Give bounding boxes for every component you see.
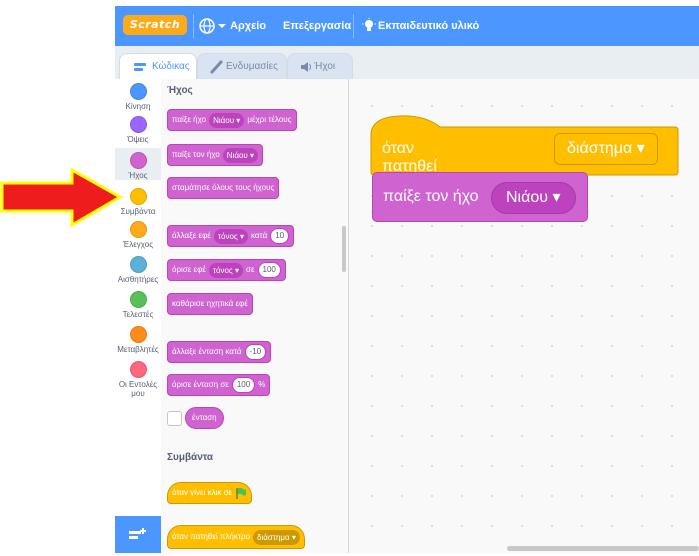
lightbulb-icon — [362, 18, 376, 39]
set-volume-block[interactable]: όρισε ένταση σε 100 % — [167, 374, 271, 396]
set-effect-block[interactable]: όρισε εφέ τόνος ▾ σε 100 — [167, 259, 286, 281]
category-dot — [129, 188, 147, 205]
start-sound-block[interactable]: παίξε τον ήχο Νιάου ▾ — [167, 144, 264, 166]
when-flag-clicked-block[interactable]: όταν γίνει κλικ σε — [167, 482, 253, 504]
tutorials-menu[interactable]: Εκπαιδευτικό υλικό — [378, 6, 479, 46]
block-text: σταμάτησε όλους τους ήχους — [172, 183, 275, 192]
edit-menu[interactable]: Επεξεργασία — [283, 6, 351, 46]
block-text: μέχρι τέλους — [247, 115, 292, 124]
clear-effects-block[interactable]: καθάρισε ηχητικά εφέ — [167, 293, 253, 315]
block-text: σε — [246, 265, 255, 274]
sound-dropdown[interactable]: Νιάου ▾ — [491, 182, 576, 214]
language-menu[interactable] — [199, 17, 227, 35]
block-text: καθάρισε ηχητικά εφέ — [172, 299, 248, 308]
block-text: όρισε ένταση σε — [172, 380, 229, 389]
tab-sounds[interactable]: Ήχοι — [287, 53, 353, 80]
number-input[interactable]: 10 — [270, 228, 290, 244]
when-key-pressed-block[interactable]: όταν πατηθεί πλήκτρο διάστημα ▾ — [167, 525, 305, 549]
category-dot — [129, 116, 147, 133]
tab-code[interactable]: Κώδικας — [119, 53, 197, 80]
sound-dropdown[interactable]: Νιάου ▾ — [209, 112, 245, 128]
dropdown-value: τόνος — [212, 265, 233, 275]
events-section-title: Συμβάντα — [167, 452, 214, 463]
volume-reporter-block[interactable]: ένταση — [185, 407, 224, 429]
category-dot — [129, 291, 147, 308]
play-sound-script-block[interactable]: παίξε τον ήχο Νιάου ▾ — [372, 172, 588, 222]
play-sound-until-done-block[interactable]: παίξε ήχο Νιάου ▾ μέχρι τέλους — [167, 109, 297, 131]
dropdown-value: Νιάου — [226, 150, 248, 160]
category-label: Συμβάντα — [120, 207, 156, 216]
block-text: παίξε τον ήχο — [172, 150, 220, 159]
block-text: % — [258, 380, 266, 389]
category-my-blocks[interactable]: Οι Εντολές μου — [115, 361, 161, 398]
editor-tabs: Κώδικας Ενδυμασίες Ήχοι — [115, 46, 699, 80]
menu-divider — [353, 14, 354, 38]
block-text: παίξε τον ήχο — [383, 188, 479, 205]
menu-divider — [193, 14, 194, 38]
category-label: Οι Εντολές μου — [118, 380, 158, 398]
block-text: όρισε εφέ — [172, 265, 206, 274]
key-dropdown[interactable]: διάστημα ▾ — [253, 529, 300, 545]
category-label: Αισθητήρες — [117, 275, 159, 284]
tab-code-label: Κώδικας — [152, 61, 190, 72]
category-dot — [129, 152, 147, 169]
category-label: Τελεστές — [122, 310, 154, 319]
category-looks[interactable]: Όψεις — [115, 116, 161, 144]
stop-all-sounds-block[interactable]: σταμάτησε όλους τους ήχους — [167, 177, 280, 199]
workspace-scrollbar[interactable] — [507, 546, 699, 551]
category-variables[interactable]: Μεταβλητές — [115, 326, 161, 354]
globe-icon — [199, 18, 226, 34]
sound-section-title: Ήχος — [167, 85, 193, 96]
change-volume-block[interactable]: άλλαξε ένταση κατά -10 — [167, 341, 272, 363]
number-input[interactable]: 100 — [231, 377, 256, 393]
block-text: άλλαξε εφέ — [172, 231, 211, 240]
category-dot — [129, 221, 147, 238]
number-input[interactable]: 100 — [257, 262, 281, 278]
block-text: παίξε ήχο — [172, 115, 207, 124]
category-dot — [129, 256, 147, 273]
category-label: Κίνηση — [125, 102, 151, 111]
dropdown-value: τόνος — [217, 231, 238, 241]
category-motion[interactable]: Κίνηση — [115, 83, 161, 111]
menu-bar: Scratch Αρχείο Επεξεργασία Εκπαιδευτικό … — [115, 6, 699, 46]
category-dot — [129, 326, 147, 343]
category-label: Ήχος — [128, 171, 148, 180]
key-dropdown[interactable]: διάστημα ▾ — [554, 133, 658, 165]
red-arrow-icon — [0, 167, 124, 228]
block-text: ένταση — [192, 413, 217, 422]
green-flag-icon — [236, 487, 247, 499]
tab-costumes[interactable]: Ενδυμασίες — [197, 53, 287, 80]
dropdown-value: διάστημα — [567, 140, 633, 157]
sound-dropdown[interactable]: Νιάου ▾ — [222, 147, 259, 163]
block-text: άλλαξε ένταση κατά — [172, 347, 242, 356]
extension-icon — [129, 528, 146, 539]
dropdown-value: Νιάου — [506, 189, 549, 206]
tab-costumes-label: Ενδυμασίες — [226, 61, 278, 72]
category-label: Όψεις — [127, 135, 149, 144]
category-label: Έλεγχος — [122, 240, 154, 249]
file-menu[interactable]: Αρχείο — [230, 6, 266, 46]
volume-monitor-checkbox[interactable] — [167, 411, 182, 426]
number-input[interactable]: -10 — [244, 344, 267, 360]
dropdown-value: διάστημα — [257, 532, 290, 542]
effect-dropdown[interactable]: τόνος ▾ — [208, 262, 243, 278]
tab-sounds-label: Ήχοι — [314, 61, 336, 72]
block-text: όταν πατηθεί πλήκτρο — [172, 532, 251, 541]
category-sensing[interactable]: Αισθητήρες — [115, 256, 161, 284]
change-effect-block[interactable]: άλλαξε εφέ τόνος ▾ κατά 10 — [167, 225, 295, 247]
add-extension-button[interactable] — [115, 516, 161, 553]
effect-dropdown[interactable]: τόνος ▾ — [213, 228, 248, 244]
category-dot — [129, 361, 147, 378]
block-text: όταν γίνει κλικ σε — [172, 488, 233, 497]
category-dot — [129, 83, 147, 100]
category-operators[interactable]: Τελεστές — [115, 291, 161, 319]
category-label: Μεταβλητές — [117, 345, 159, 354]
block-text: κατά — [251, 231, 268, 240]
dropdown-value: Νιάου — [213, 115, 235, 125]
scratch-logo[interactable]: Scratch — [123, 15, 187, 35]
palette-scrollbar[interactable] — [342, 226, 346, 272]
